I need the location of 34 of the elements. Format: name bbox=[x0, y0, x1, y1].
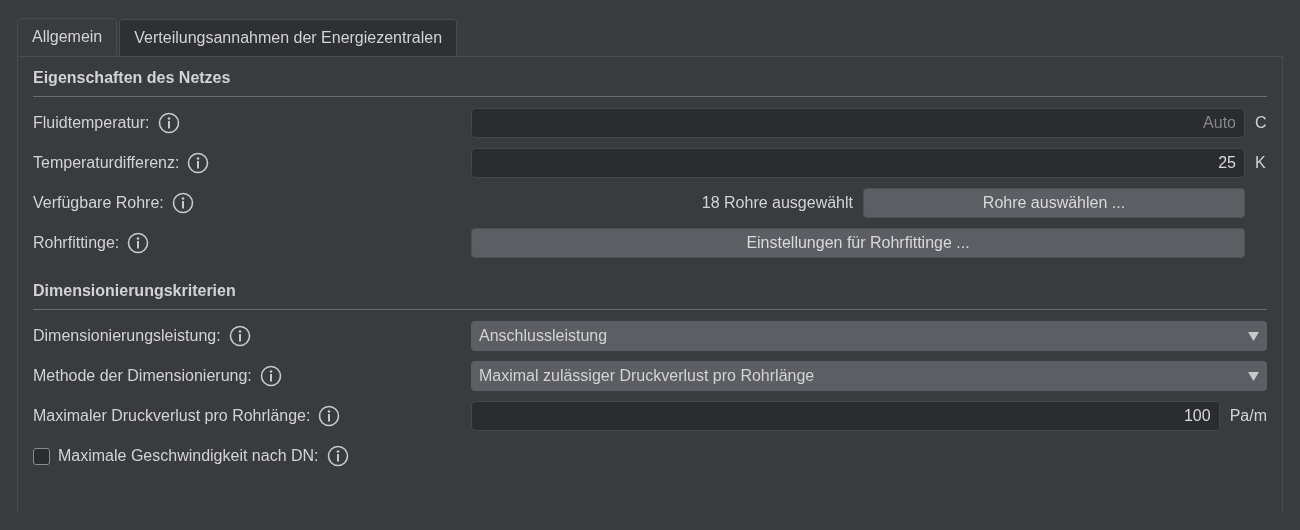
number-field[interactable]: Auto bbox=[471, 108, 1245, 138]
tab[interactable]: Verteilungsannahmen der Energiezentralen bbox=[119, 19, 458, 56]
info-icon[interactable] bbox=[228, 325, 251, 347]
number-field[interactable]: 100 bbox=[471, 401, 1220, 431]
field-label: Verfügbare Rohre: bbox=[33, 194, 164, 212]
settings-button[interactable]: Einstellungen für Rohrfittinge ... bbox=[471, 228, 1245, 258]
select-pipes-button[interactable]: Rohre auswählen ... bbox=[863, 188, 1245, 218]
section-heading: Dimensionierungskriterien bbox=[33, 278, 1267, 310]
info-icon[interactable] bbox=[187, 152, 210, 174]
field-label: Methode der Dimensionierung: bbox=[33, 367, 252, 385]
selection-count: 18 Rohre ausgewählt bbox=[701, 194, 853, 212]
field-label: Maximaler Druckverlust pro Rohrlänge: bbox=[33, 407, 311, 425]
unit-label: C bbox=[1255, 114, 1267, 132]
field-label: Fluidtemperatur: bbox=[33, 114, 150, 132]
unit-label: Pa/m bbox=[1229, 407, 1267, 425]
info-icon[interactable] bbox=[259, 365, 282, 387]
dropdown[interactable]: Maximal zulässiger Druckverlust pro Rohrlänge bbox=[471, 361, 1267, 391]
dropdown-arrow-icon bbox=[1248, 371, 1259, 381]
unit-label: K bbox=[1255, 154, 1267, 172]
info-icon[interactable] bbox=[157, 112, 180, 134]
dropdown-arrow-icon bbox=[1248, 331, 1259, 341]
field-label: Temperaturdifferenz: bbox=[33, 154, 180, 172]
dropdown[interactable]: Anschlussleistung bbox=[471, 321, 1267, 351]
number-field[interactable]: 25 bbox=[471, 148, 1245, 178]
info-icon[interactable] bbox=[171, 192, 194, 214]
checkbox[interactable] bbox=[33, 447, 50, 465]
info-icon[interactable] bbox=[326, 445, 349, 467]
section-heading: Eigenschaften des Netzes bbox=[33, 65, 1267, 97]
field-label: Dimensionierungsleistung: bbox=[33, 327, 221, 345]
field-label: Maximale Geschwindigkeit nach DN: bbox=[58, 447, 319, 465]
field-label: Rohrfittinge: bbox=[33, 234, 120, 252]
info-icon[interactable] bbox=[127, 232, 150, 254]
info-icon[interactable] bbox=[318, 405, 341, 427]
tab[interactable]: Allgemein bbox=[17, 18, 118, 55]
